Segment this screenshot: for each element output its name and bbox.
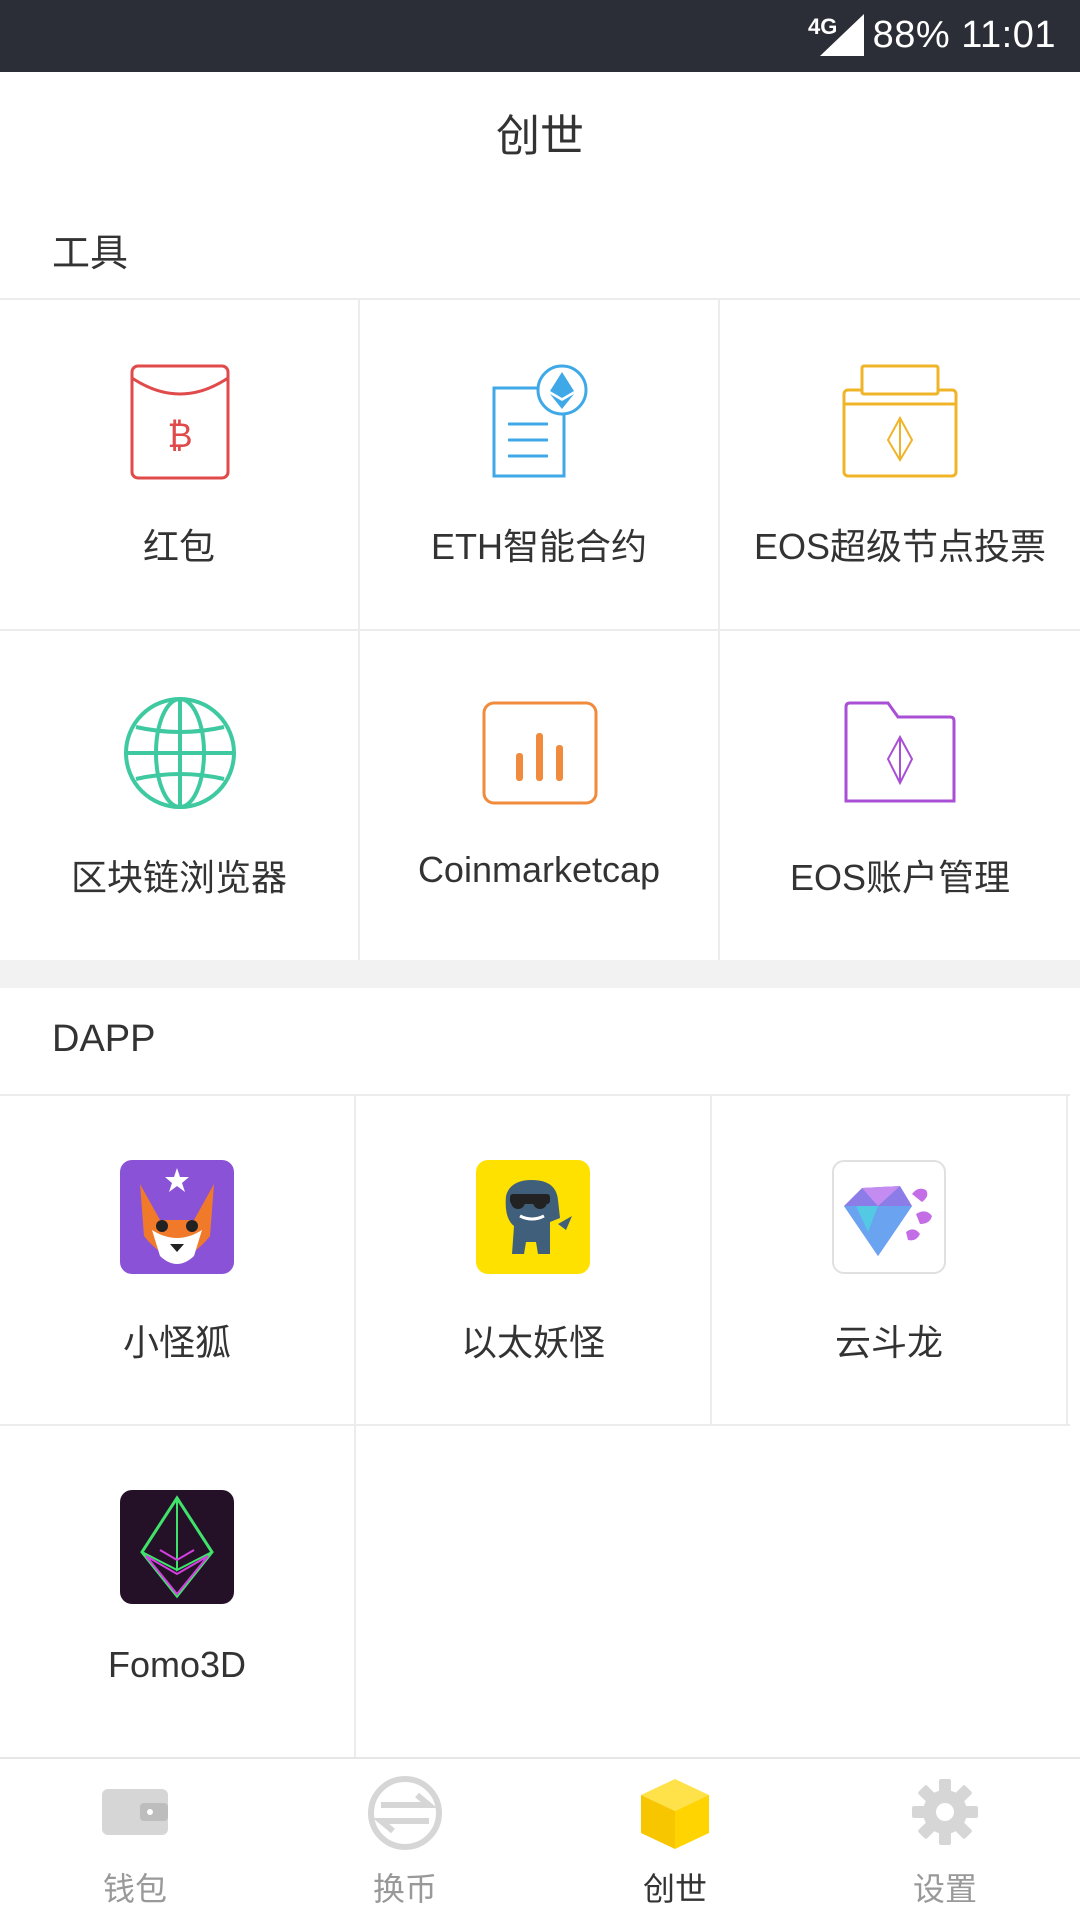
tab-label: 钱包 xyxy=(102,1871,167,1907)
dapp-label: 云斗龙 xyxy=(834,1322,943,1363)
bottom-tab-bar: 钱包 换币 创世 设置 xyxy=(0,1757,1080,1920)
tab-settings[interactable]: 设置 xyxy=(810,1759,1080,1920)
clock: 11:01 xyxy=(961,14,1056,56)
tab-label: 创世 xyxy=(642,1871,707,1907)
tool-label: EOS超级节点投票 xyxy=(753,526,1047,567)
dapp-dinosaur[interactable]: 以太妖怪 xyxy=(356,1096,710,1424)
tab-genesis[interactable]: 创世 xyxy=(540,1759,810,1920)
tab-label: 设置 xyxy=(912,1871,977,1907)
ballot-box-icon xyxy=(842,364,958,478)
tools-section-title: 工具 xyxy=(52,233,129,275)
tool-block-explorer[interactable]: 区块链浏览器 xyxy=(0,631,358,960)
signal-icon xyxy=(820,14,864,56)
dinosaur-app-icon xyxy=(476,1160,590,1274)
status-text: 88% 11:01 xyxy=(873,14,1056,57)
bar-chart-icon xyxy=(482,701,598,805)
gear-icon xyxy=(912,1779,978,1845)
fox-app-icon xyxy=(120,1160,234,1274)
page-title: 创世 xyxy=(496,112,584,161)
tool-label: ETH智能合约 xyxy=(430,526,647,567)
tool-red-envelope[interactable]: ₿ 红包 xyxy=(0,300,358,629)
red-envelope-icon: ₿ xyxy=(130,364,230,480)
tool-eos-vote[interactable]: EOS超级节点投票 xyxy=(720,300,1080,629)
dapp-label: 以太妖怪 xyxy=(460,1322,605,1363)
dapp-section-title: DAPP xyxy=(52,1018,156,1060)
tab-wallet[interactable]: 钱包 xyxy=(0,1759,270,1920)
globe-icon xyxy=(124,697,236,809)
battery-level: 88% xyxy=(872,14,951,56)
tool-label: EOS账户管理 xyxy=(789,857,1011,898)
tool-label: 红包 xyxy=(142,526,215,567)
section-divider xyxy=(0,960,1080,988)
tool-eos-account[interactable]: EOS账户管理 xyxy=(720,631,1080,960)
tool-label: Coinmarketcap xyxy=(417,849,661,890)
dapp-crystal-dragon[interactable]: 云斗龙 xyxy=(712,1096,1066,1424)
eth-contract-icon xyxy=(492,364,588,478)
grid-divider xyxy=(1066,1094,1068,1424)
status-bar: 4G 88% 11:01 xyxy=(0,0,1080,72)
tab-exchange[interactable]: 换币 xyxy=(270,1759,540,1920)
dapp-fomo3d[interactable]: Fomo3D xyxy=(0,1426,354,1757)
tab-label: 换币 xyxy=(372,1871,437,1907)
crystal-app-icon xyxy=(832,1160,946,1274)
dapp-fox[interactable]: 小怪狐 xyxy=(0,1096,354,1424)
svg-text:₿: ₿ xyxy=(167,416,192,456)
fomo3d-app-icon xyxy=(120,1490,234,1604)
tool-coinmarketcap[interactable]: Coinmarketcap xyxy=(360,631,718,960)
cube-icon xyxy=(641,1779,709,1849)
dapp-label: Fomo3D xyxy=(107,1644,247,1685)
dapp-label: 小怪狐 xyxy=(122,1322,231,1363)
folder-icon xyxy=(844,701,956,803)
exchange-icon xyxy=(368,1776,442,1850)
tool-eth-contract[interactable]: ETH智能合约 xyxy=(360,300,718,629)
tool-label: 区块链浏览器 xyxy=(70,857,287,898)
wallet-icon xyxy=(102,1789,168,1835)
